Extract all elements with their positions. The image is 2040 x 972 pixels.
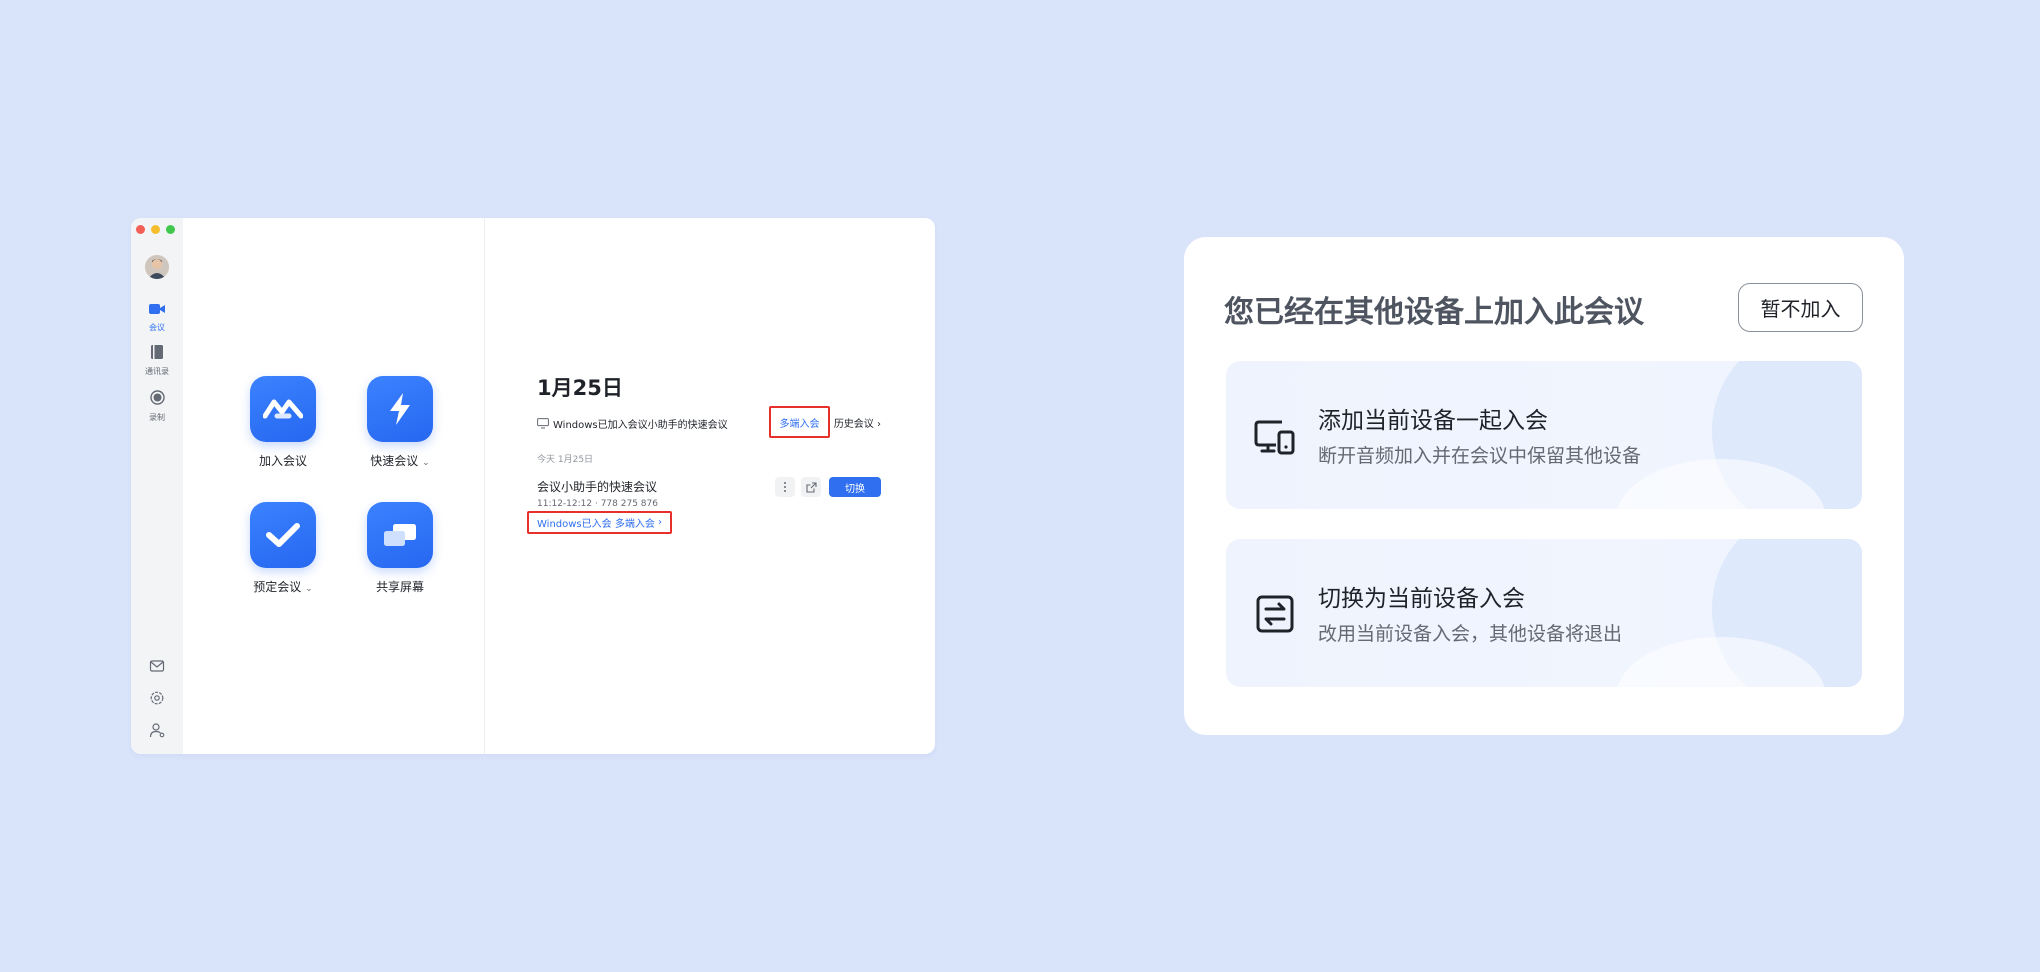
meeting-app-window: 会议 通讯录 录制 加入会议 快速会议 ⌄ 预定会议 ⌄ 共享屏幕 1月25日 … bbox=[131, 218, 935, 754]
option-title: 添加当前设备一起入会 bbox=[1318, 408, 1548, 434]
sidebar-item-contacts[interactable]: 通讯录 bbox=[131, 344, 183, 377]
join-meeting-label: 加入会议 bbox=[258, 454, 307, 468]
share-link-button[interactable] bbox=[801, 477, 821, 497]
option-title: 切换为当前设备入会 bbox=[1318, 586, 1525, 612]
external-link-icon bbox=[805, 481, 817, 493]
share-screen-icon bbox=[367, 502, 433, 568]
switch-arrows-icon bbox=[1252, 591, 1298, 637]
quick-meeting-label: 快速会议 bbox=[370, 454, 419, 468]
multi-device-notice: Windows已加入会议小助手的快速会议 多端入会 历史会议 › bbox=[537, 406, 881, 438]
more-vertical-icon bbox=[784, 482, 786, 492]
more-options-button[interactable] bbox=[775, 477, 795, 497]
sidebar: 会议 通讯录 录制 bbox=[131, 218, 183, 754]
window-close-button[interactable] bbox=[136, 225, 145, 234]
sidebar-item-record[interactable]: 录制 bbox=[131, 390, 183, 423]
user-settings-icon[interactable] bbox=[149, 722, 165, 738]
window-minimize-button[interactable] bbox=[151, 225, 160, 234]
switch-device-button[interactable]: 切换 bbox=[829, 477, 881, 497]
share-screen-button[interactable]: 共享屏幕 bbox=[350, 502, 450, 595]
option-subtitle: 改用当前设备入会，其他设备将退出 bbox=[1318, 623, 1623, 645]
quick-meeting-label-row: 快速会议 ⌄ bbox=[370, 452, 429, 469]
monitor-icon bbox=[537, 414, 549, 433]
history-meetings-link[interactable]: 历史会议 › bbox=[834, 415, 881, 430]
chevron-right-icon: › bbox=[658, 517, 663, 528]
record-icon bbox=[149, 390, 165, 409]
sidebar-item-label: 录制 bbox=[149, 413, 165, 422]
meeting-time: 11:12-12:12 · 778 275 876 bbox=[537, 499, 658, 509]
join-meeting-button[interactable]: 加入会议 bbox=[233, 376, 333, 469]
multi-join-link[interactable]: 多端入会 bbox=[769, 406, 830, 438]
schedule-meeting-button[interactable]: 预定会议 ⌄ bbox=[233, 502, 333, 595]
share-screen-label: 共享屏幕 bbox=[375, 580, 424, 594]
mail-icon[interactable] bbox=[149, 658, 165, 674]
notice-text: Windows已加入会议小助手的快速会议 bbox=[553, 419, 728, 431]
dialog-title: 您已经在其他设备上加入此会议 bbox=[1224, 295, 1644, 330]
today-label: 今天 1月25日 bbox=[537, 455, 594, 465]
meeting-title[interactable]: 会议小助手的快速会议 bbox=[537, 478, 657, 495]
multi-device-status-link[interactable]: Windows已入会 多端入会 › bbox=[527, 511, 672, 534]
add-current-device-option[interactable]: 添加当前设备一起入会 断开音频加入并在会议中保留其他设备 bbox=[1226, 361, 1862, 509]
switch-to-current-device-option[interactable]: 切换为当前设备入会 改用当前设备入会，其他设备将退出 bbox=[1226, 539, 1862, 687]
multi-device-icon bbox=[1252, 413, 1298, 459]
video-camera-icon bbox=[149, 300, 165, 319]
contacts-book-icon bbox=[150, 344, 164, 363]
sidebar-item-label: 通讯录 bbox=[145, 367, 169, 376]
settings-icon[interactable] bbox=[149, 690, 165, 706]
meeting-list-panel: 1月25日 Windows已加入会议小助手的快速会议 多端入会 历史会议 › 今… bbox=[486, 218, 935, 754]
option-subtitle: 断开音频加入并在会议中保留其他设备 bbox=[1318, 445, 1642, 467]
chevron-down-icon: ⌄ bbox=[422, 458, 430, 468]
history-link-label: 历史会议 bbox=[833, 419, 874, 430]
window-maximize-button[interactable] bbox=[166, 225, 175, 234]
schedule-meeting-label: 预定会议 bbox=[253, 580, 302, 594]
chevron-right-icon: › bbox=[877, 419, 881, 430]
lightning-icon bbox=[367, 376, 433, 442]
date-title: 1月25日 bbox=[537, 376, 623, 400]
schedule-meeting-label-row: 预定会议 ⌄ bbox=[253, 578, 312, 595]
sidebar-item-meeting[interactable]: 会议 bbox=[131, 300, 183, 333]
avatar[interactable] bbox=[145, 255, 169, 279]
status-link-label: Windows已入会 多端入会 bbox=[537, 519, 655, 530]
decline-button[interactable]: 暂不加入 bbox=[1738, 283, 1863, 332]
already-joined-dialog: 您已经在其他设备上加入此会议 暂不加入 添加当前设备一起入会 断开音频加入并在会… bbox=[1184, 237, 1904, 735]
quick-meeting-button[interactable]: 快速会议 ⌄ bbox=[350, 376, 450, 469]
sidebar-item-label: 会议 bbox=[149, 323, 165, 332]
chevron-down-icon: ⌄ bbox=[305, 584, 313, 594]
checkmark-icon bbox=[250, 502, 316, 568]
quick-actions-panel: 加入会议 快速会议 ⌄ 预定会议 ⌄ 共享屏幕 bbox=[183, 218, 485, 754]
window-controls bbox=[136, 225, 175, 234]
join-meeting-icon bbox=[250, 376, 316, 442]
